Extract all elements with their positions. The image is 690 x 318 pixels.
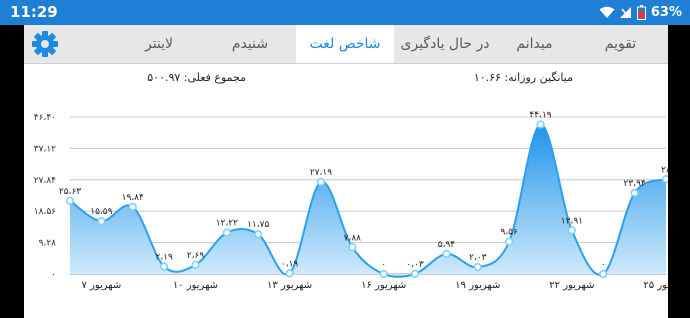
data-label: ۷،۸۸ [344,233,362,243]
data-label: ۲۷،۱۹ [310,168,332,178]
battery-icon [636,5,646,20]
data-label: ۰،۰۳ [406,260,424,270]
data-point [410,269,420,278]
data-point [285,269,294,278]
data-label: ۵،۹۴ [438,240,456,250]
x-tick-label: ۲۵ شهریور [643,280,668,291]
tab-heard[interactable]: شنیدم [204,25,296,63]
data-point [630,188,639,198]
data-label: ۲،۱۹ [155,253,173,263]
chart-panel: مجموع فعلی: ۵۰۰.۹۷ میانگین روزانه: ۱۰.۶۶… [24,64,668,304]
data-label: ۰ [601,260,606,270]
x-tick-label: ۱۳ شهریور [267,280,312,291]
y-tick-label: ۰ [51,270,56,280]
battery-percent: 63% [650,5,682,20]
left-frame [0,25,24,318]
bottom-strip [24,304,668,318]
data-point [599,269,608,279]
data-label: ۱۲،۹۱ [561,216,583,226]
x-tick-label: ۲۲ شهریور [549,280,594,291]
x-tick-label: ۷ شهریور [81,280,121,291]
data-label: ۲،۰۳ [469,253,487,263]
status-bar: 11:29 63% [0,0,690,25]
status-icons: 63% [599,3,682,22]
y-axis: ۰ ۹،۲۸ ۱۸،۵۶ ۲۷،۸۴ ۳۷،۱۲ ۴۶،۴۰ [34,113,56,280]
y-tick-label: ۴۶،۴۰ [34,113,56,123]
tab-known[interactable]: میدانم [496,25,573,63]
gear-icon [32,31,58,57]
data-point [661,175,668,184]
total-summary: مجموع فعلی: ۵۰۰.۹۷ [147,71,246,84]
data-point [348,243,357,252]
status-time: 11:29 [10,3,58,21]
data-point [505,237,514,246]
right-frame [668,25,690,318]
data-point [536,120,545,129]
data-label: ۲۵،۶۳ [59,187,81,197]
data-point [160,262,169,271]
tab-leitner[interactable]: لاینتر [114,25,204,63]
data-label: ۰،۱۹ [281,259,299,269]
signal-icon [619,7,631,18]
x-tick-label: ۱۰ شهریور [173,280,218,291]
data-label: ۲۳،۹۴ [624,179,646,189]
x-axis: ۷ شهریور ۱۰ شهریور ۱۳ شهریور ۱۶ شهریور ۱۹ شه… [81,280,668,291]
data-point [316,177,326,187]
data-label: ۰ [381,260,386,270]
data-point [222,228,231,237]
tab-word-index[interactable]: شاخص لغت [296,25,394,63]
data-point [379,269,388,279]
tab-learning[interactable]: در حال یادگیری [394,25,496,63]
data-label: ۱۵،۵۹ [90,207,112,217]
data-label: ۴۴،۱۹ [529,110,551,120]
y-tick-label: ۲۷،۸۴ [34,176,56,186]
word-index-chart: مجموع فعلی: ۵۰۰.۹۷ میانگین روزانه: ۱۰.۶۶… [34,71,668,291]
data-point [567,226,576,235]
y-tick-label: ۱۸،۵۶ [34,207,56,217]
data-label: ۲۸ [661,165,668,175]
x-tick-label: ۱۹ شهریور [455,280,500,291]
average-summary: میانگین روزانه: ۱۰.۶۶ [474,71,573,84]
tab-bar: تقویم میدانم در حال یادگیری شاخص لغت شنی… [24,25,668,64]
data-point [97,217,106,226]
x-tick-label: ۱۶ شهریور [361,280,406,291]
data-label: ۱۲،۲۲ [216,219,238,229]
y-tick-label: ۳۷،۱۲ [34,144,56,154]
data-point [254,230,263,239]
data-point [442,249,451,259]
data-label: ۹،۵۶ [500,228,518,238]
data-label: ۲،۶۹ [187,251,205,261]
data-point [473,263,482,272]
wifi-icon [599,6,615,18]
data-label: ۱۹،۸۴ [122,193,144,203]
settings-button[interactable] [30,29,60,59]
data-point [65,196,75,205]
data-point [128,202,137,211]
data-label: ۱۱،۷۵ [247,220,269,230]
data-point [191,260,200,269]
y-tick-label: ۹،۲۸ [39,239,57,249]
tab-calendar[interactable]: تقویم [573,25,668,63]
